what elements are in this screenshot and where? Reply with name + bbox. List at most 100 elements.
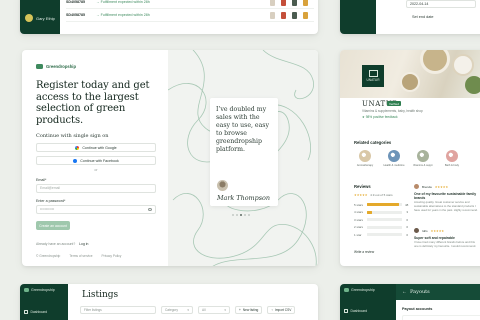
footer-copyright: © Greendropship: [36, 254, 61, 258]
eye-icon[interactable]: [148, 208, 152, 211]
search-placeholder: Filter listings: [84, 308, 102, 312]
brand-logo[interactable]: Greendropship: [36, 64, 154, 69]
login-prompt: Already have an account? Log in: [36, 242, 154, 246]
email-field[interactable]: Email@email: [36, 184, 156, 193]
reviews-title: Reviews: [354, 184, 371, 189]
category-item[interactable]: Vitamins & suppl.: [412, 150, 434, 167]
sidebar: Greendropship Dashboard: [20, 284, 68, 320]
bowl-image: [420, 50, 450, 74]
category-image: [446, 150, 458, 162]
rating-text: 4.9 out of 5 stars: [370, 193, 393, 197]
reviewer-name: Brenda: [422, 184, 432, 189]
seller-description: Vitamins & supplements, baby, health sho…: [362, 109, 423, 113]
leaf-icon: [36, 64, 43, 69]
all-select-label: All: [202, 308, 206, 312]
rating-bar-fill: [367, 203, 400, 207]
all-select[interactable]: All ▾: [198, 306, 230, 314]
sidebar: [340, 0, 376, 34]
category-label: Bath & body: [444, 164, 460, 167]
star-icon: ★★★★★: [354, 193, 368, 197]
category-image: [359, 150, 371, 162]
password-label: Enter a password*: [36, 199, 66, 203]
carousel-dot[interactable]: [244, 214, 246, 216]
seller-logo-text: UNATUR: [366, 78, 380, 82]
category-select[interactable]: Category ▾: [161, 306, 193, 314]
review-body: Amazing quality. Great customer service …: [414, 200, 478, 212]
review-title: One of my favourite sustainable family b…: [414, 191, 477, 200]
category-label: Vitamins & suppl.: [413, 164, 433, 167]
seller-profile-card: UNATUR UNATUR Verified Vitamins & supple…: [340, 50, 480, 266]
back-arrow-icon[interactable]: ←: [402, 289, 407, 295]
carousel-dot[interactable]: [248, 214, 250, 216]
sidebar-item-dashboard[interactable]: Dashboard: [344, 309, 367, 313]
orders-card: Gary Ethip SD4058785 → Fulfillment expec…: [20, 0, 318, 34]
related-categories-title: Related categories: [354, 140, 392, 145]
rating-row-count: 0: [406, 217, 408, 222]
password-placeholder: ••••••••••••: [40, 207, 55, 211]
footer-links: © Greendropship Terms of service Privacy…: [36, 254, 121, 258]
carousel-dot[interactable]: [240, 214, 242, 216]
category-image: [388, 150, 400, 162]
leaf-icon: [344, 288, 349, 292]
import-csv-button[interactable]: ↑ Import CSV: [267, 306, 296, 314]
user-menu[interactable]: Gary Ethip: [25, 14, 55, 22]
category-label: Aromatherapy: [356, 164, 374, 167]
category-list: Aromatherapy Health & medicine Vitamins …: [354, 150, 463, 167]
logo-mark-icon: [368, 70, 378, 77]
category-item[interactable]: Bath & body: [441, 150, 463, 167]
bowl-image: [400, 72, 420, 92]
carousel-dot[interactable]: [232, 214, 234, 216]
rating-bar-track: [367, 218, 402, 222]
rating-row: 5 stars 48: [354, 201, 408, 209]
dashboard-icon: [344, 309, 348, 313]
set-end-date-link[interactable]: Set end date: [412, 15, 434, 19]
sidebar-item-dashboard[interactable]: Dashboard: [24, 310, 47, 314]
brand-name: Greendropship: [31, 288, 55, 292]
order-row[interactable]: SD4058785 → Fulfillment expected within …: [66, 0, 314, 9]
rating-row: 4 stars 3: [354, 209, 408, 217]
login-link[interactable]: Log in: [79, 242, 88, 246]
payouts-card: Greendropship Dashboard ← Payouts Payout…: [340, 284, 480, 320]
category-item[interactable]: Health & medicine: [383, 150, 405, 167]
end-date-card: 2022-04-14 Set end date: [340, 0, 480, 34]
chevron-down-icon: ▾: [187, 308, 189, 312]
dashboard-icon: [24, 310, 28, 314]
avatar: [25, 14, 33, 22]
brand-logo[interactable]: Greendropship: [24, 288, 55, 292]
page-title: Payouts: [410, 289, 430, 295]
carousel-dot[interactable]: [236, 214, 238, 216]
sidebar: Greendropship Dashboard: [340, 284, 396, 320]
order-items: [270, 11, 308, 19]
sso-label: Continue with single sign on: [36, 133, 109, 139]
write-review-button[interactable]: Write a review: [354, 250, 374, 254]
date-field[interactable]: 2022-04-14: [406, 0, 476, 8]
brand-logo[interactable]: Greendropship: [344, 288, 375, 292]
avatar: [414, 228, 419, 233]
payout-account-row[interactable]: [402, 315, 480, 320]
facebook-signin-button[interactable]: Continue with Facebook: [36, 156, 156, 165]
password-field[interactable]: ••••••••••••: [36, 205, 156, 214]
footer-terms-link[interactable]: Terms of service: [69, 254, 92, 258]
rating-breakdown: 5 stars 48 4 stars 3 3 stars 0 2 stars 0 1 star 0: [354, 201, 408, 239]
order-row[interactable]: SD4058785 → Fulfillment expected within …: [66, 9, 314, 22]
new-listing-label: New listing: [242, 308, 259, 312]
testimonial-author: Mark Thompson: [217, 194, 270, 202]
leaf-icon: [24, 288, 29, 292]
review-title: Super soft and repairable: [414, 235, 455, 240]
category-item[interactable]: Aromatherapy: [354, 150, 376, 167]
footer-privacy-link[interactable]: Privacy Policy: [102, 254, 122, 258]
category-image: [417, 150, 429, 162]
sidebar-item-label: Dashboard: [30, 310, 48, 314]
bowl-image: [452, 54, 474, 76]
avatar: [217, 180, 228, 191]
facebook-button-label: Continue with Facebook: [80, 158, 119, 163]
create-account-button[interactable]: Create an account: [36, 221, 70, 230]
rating-row: 2 stars 0: [354, 224, 408, 232]
search-input[interactable]: Filter listings: [80, 306, 156, 314]
new-listing-button[interactable]: + New listing: [235, 306, 263, 314]
testimonial-quote: I’ve doubled my sales with the easy to u…: [216, 106, 269, 153]
google-signin-button[interactable]: Continue with Google: [36, 143, 156, 152]
rating-row: 1 star 0: [354, 231, 408, 239]
order-status: → Fulfillment expected within 28h: [96, 13, 150, 17]
review-body: I have tried many different brands befor…: [414, 240, 477, 248]
